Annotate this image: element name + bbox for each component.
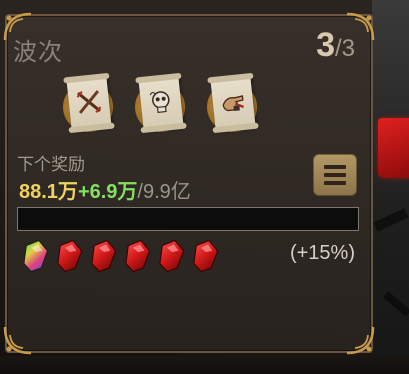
reward-current-value: 88.1万 — [19, 181, 78, 203]
ornament-corner-icon — [1, 323, 35, 357]
list-menu-icon — [324, 165, 346, 169]
bonus-percent: (+15%) — [289, 242, 355, 264]
reward-target-value: /9.9亿 — [137, 181, 191, 203]
rainbow-gem-icon — [21, 238, 49, 274]
reward-item[interactable] — [133, 76, 189, 134]
red-gem-icon — [89, 238, 117, 274]
list-menu-button[interactable] — [313, 154, 357, 196]
red-gem-icon — [191, 238, 219, 274]
red-object — [378, 118, 409, 178]
reward-item[interactable] — [61, 76, 117, 134]
wave-counter: 3/3 — [316, 26, 355, 65]
reward-items — [61, 76, 261, 156]
reward-item[interactable] — [205, 76, 261, 134]
dark-pole — [382, 291, 409, 317]
hand-scroll-icon — [218, 87, 249, 118]
wave-total: /3 — [334, 35, 355, 62]
wave-label: 波次 — [13, 38, 63, 66]
red-gem-icon — [157, 238, 185, 274]
red-gem-icon — [55, 238, 83, 274]
dark-pole — [373, 208, 409, 232]
reward-increment-value: +6.9万 — [77, 181, 138, 203]
ornament-corner-icon — [343, 323, 377, 357]
reward-progress-bar — [17, 207, 359, 231]
game-screen: 波次 3/3 下个奖励 88.1万+6.9万/9.9亿 (+15%) — [0, 0, 409, 374]
next-reward-label: 下个奖励 — [17, 155, 85, 175]
list-menu-icon — [324, 173, 346, 177]
background-scenery — [372, 0, 409, 374]
wave-current: 3 — [316, 26, 335, 64]
crossed-swords-scroll-icon — [74, 87, 105, 118]
red-gem-icon — [123, 238, 151, 274]
list-menu-icon — [324, 181, 346, 185]
skull-scroll-icon — [146, 87, 177, 118]
bottom-edge — [0, 356, 409, 374]
wave-reward-panel: 波次 3/3 下个奖励 88.1万+6.9万/9.9亿 (+15%) — [3, 12, 375, 355]
next-reward-values: 88.1万+6.9万/9.9亿 — [19, 175, 191, 204]
